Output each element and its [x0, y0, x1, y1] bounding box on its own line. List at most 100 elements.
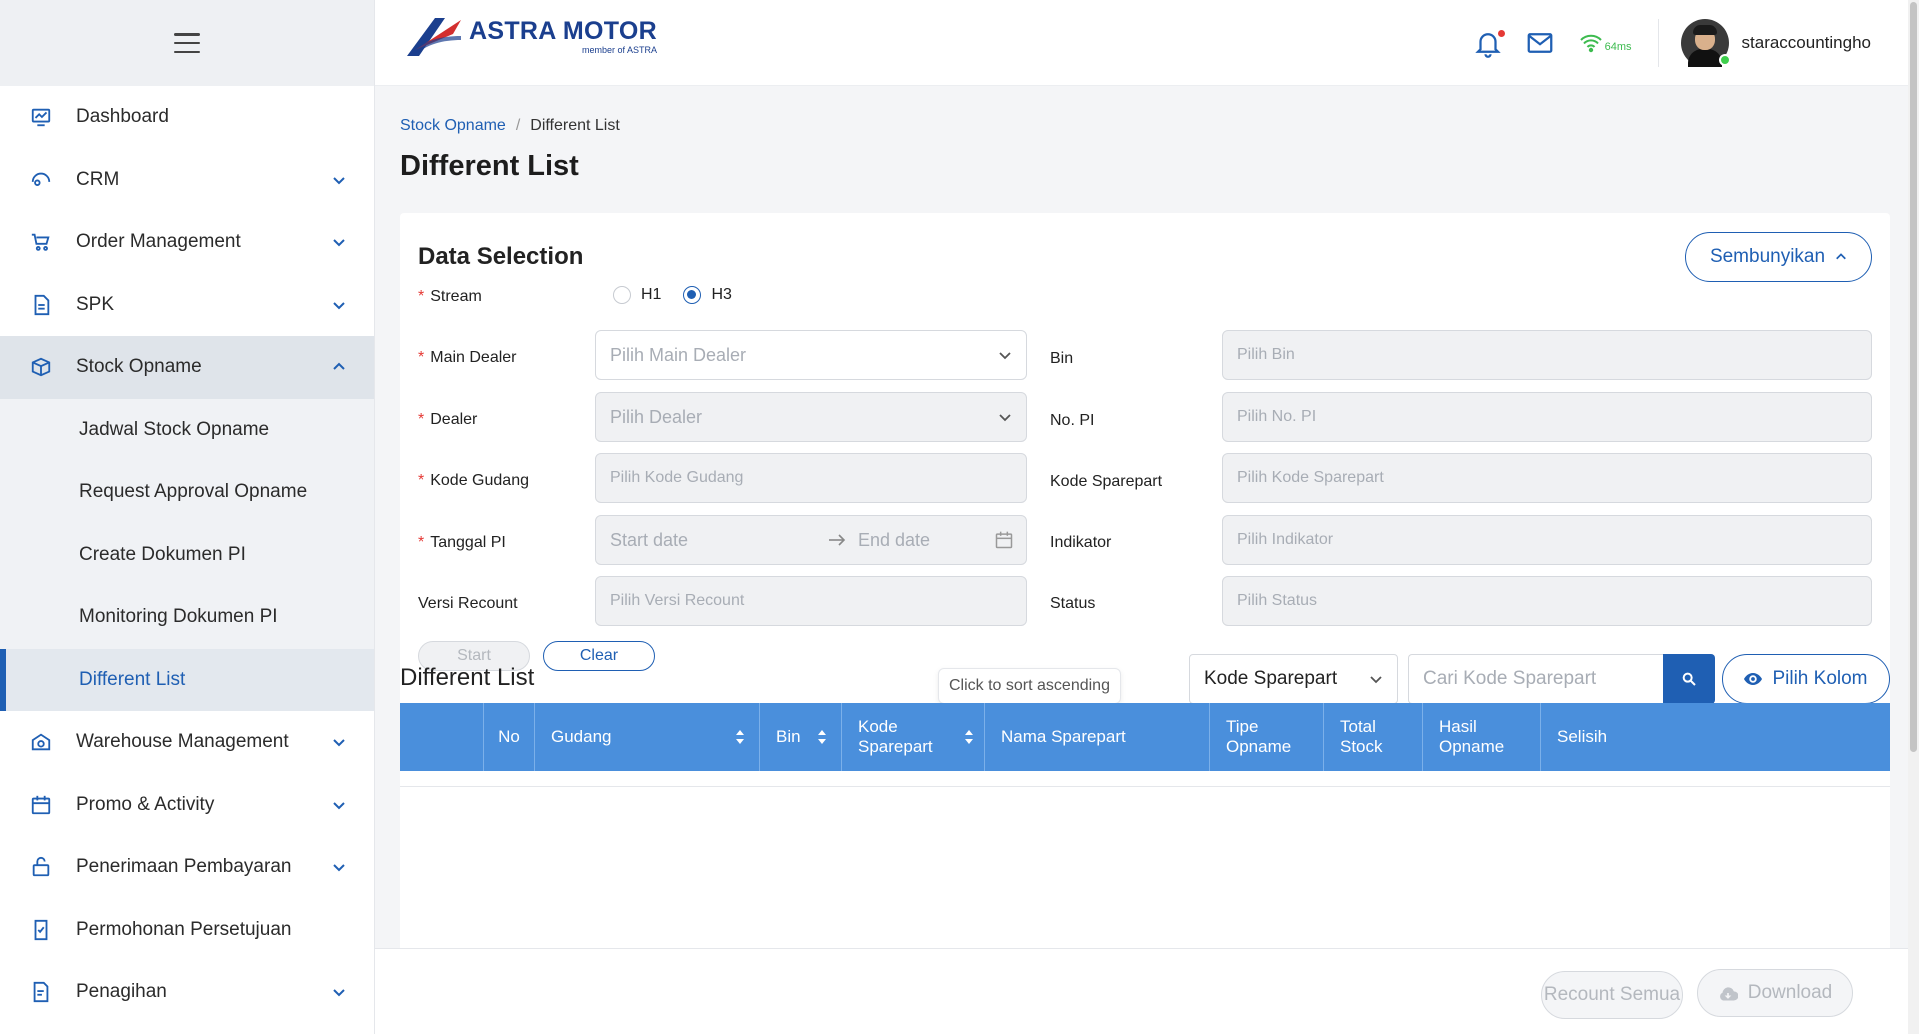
column-header-kode-sparepart-label: Kode Sparepart — [858, 717, 933, 756]
clear-button[interactable]: Clear — [543, 641, 655, 671]
top-header: ASTRA MOTOR member of ASTRA 64ms staracc… — [375, 0, 1919, 86]
sidebar-item-permohonan-persetujuan[interactable]: Permohonan Persetujuan — [0, 899, 374, 962]
download-button[interactable]: Download — [1697, 969, 1853, 1017]
column-header-gudang[interactable]: Gudang — [535, 703, 760, 771]
main-dealer-select[interactable]: Pilih Main Dealer — [595, 330, 1027, 380]
sidebar-item-penerimaan-pembayaran[interactable]: Penerimaan Pembayaran — [0, 836, 374, 899]
astra-logo-mark-icon — [407, 18, 461, 56]
search-column-value: Kode Sparepart — [1204, 668, 1338, 689]
sidebar-item-stock-opname[interactable]: Stock Opname — [0, 336, 374, 399]
bin-select[interactable]: Pilih Bin — [1222, 330, 1872, 380]
sort-icon[interactable] — [817, 729, 827, 745]
column-header-hasil-opname-label: Hasil Opname — [1439, 717, 1505, 756]
sort-icon[interactable] — [964, 729, 974, 745]
sidebar-item-dashboard[interactable]: Dashboard — [0, 86, 374, 149]
bin-placeholder: Pilih Bin — [1237, 346, 1295, 363]
chevron-down-icon — [999, 352, 1011, 360]
versi-recount-placeholder: Pilih Versi Recount — [610, 592, 745, 609]
download-label: Download — [1747, 982, 1833, 1003]
main-dealer-label: * Main Dealer — [418, 349, 517, 366]
breadcrumb-stock-opname[interactable]: Stock Opname — [400, 117, 506, 135]
no-pi-label: No. PI — [1050, 412, 1095, 429]
dealer-select[interactable]: Pilih Dealer — [595, 392, 1027, 442]
search-button[interactable] — [1663, 654, 1715, 704]
approval-icon — [28, 917, 54, 943]
sort-icon[interactable] — [735, 729, 745, 745]
calendar-icon[interactable] — [994, 530, 1014, 550]
sidebar-subitem-request-approval-opname[interactable]: Request Approval Opname — [0, 461, 374, 524]
sidebar-item-order-management[interactable]: Order Management — [0, 211, 374, 274]
kode-sparepart-placeholder: Pilih Kode Sparepart — [1237, 469, 1384, 486]
chevron-down-icon — [333, 864, 345, 872]
chevron-down-icon — [333, 302, 345, 310]
column-header-nama-sparepart-label: Nama Sparepart — [1001, 727, 1126, 746]
sidebar-subitem-create-dokumen-pi[interactable]: Create Dokumen PI — [0, 523, 374, 586]
warehouse-icon — [28, 729, 54, 755]
sidebar-subitem-jadwal-stock-opname[interactable]: Jadwal Stock Opname — [0, 398, 374, 461]
start-date-input[interactable]: Start date — [610, 530, 828, 551]
sidebar-subitem-monitoring-dokumen-pi[interactable]: Monitoring Dokumen PI — [0, 586, 374, 649]
bin-label: Bin — [1050, 350, 1074, 367]
status-select[interactable]: Pilih Status — [1222, 576, 1872, 626]
indikator-select[interactable]: Pilih Indikator — [1222, 515, 1872, 565]
column-header-hasil-opname[interactable]: Hasil Opname — [1423, 703, 1541, 771]
sidebar-item-penagihan[interactable]: Penagihan — [0, 961, 374, 1024]
sidebar-subitem-label: Create Dokumen PI — [79, 543, 246, 565]
cart-icon — [28, 229, 54, 255]
astra-motor-logo[interactable]: ASTRA MOTOR member of ASTRA — [405, 14, 657, 58]
hamburger-menu-icon[interactable] — [174, 33, 200, 53]
column-header-bin[interactable]: Bin — [760, 703, 842, 771]
no-pi-select[interactable]: Pilih No. PI — [1222, 392, 1872, 442]
mail-icon[interactable] — [1525, 28, 1555, 58]
stream-h3-radio[interactable]: H3 — [683, 286, 732, 304]
column-header-no-label: No — [498, 727, 520, 746]
column-header-select[interactable] — [400, 703, 484, 771]
header-actions: 64ms staraccountingho — [1451, 0, 1871, 86]
sidebar-menu: Dashboard CRM Order Management SPK Stock… — [0, 86, 374, 1024]
column-header-kode-sparepart[interactable]: Kode Sparepart — [842, 703, 985, 771]
sidebar-subitem-different-list[interactable]: Different List — [0, 648, 374, 711]
pilih-kolom-button[interactable]: Pilih Kolom — [1722, 654, 1890, 704]
sidebar-item-spk[interactable]: SPK — [0, 274, 374, 337]
radio-h1[interactable] — [613, 286, 631, 304]
column-header-total-stock[interactable]: Total Stock — [1324, 703, 1423, 771]
versi-recount-select[interactable]: Pilih Versi Recount — [595, 576, 1027, 626]
page-scrollbar[interactable] — [1908, 0, 1919, 1034]
sidebar-item-promo-activity[interactable]: Promo & Activity — [0, 774, 374, 837]
sidebar-item-warehouse-management[interactable]: Warehouse Management — [0, 711, 374, 774]
table-body — [400, 771, 1890, 787]
sidebar: Dashboard CRM Order Management SPK Stock… — [0, 0, 375, 1034]
scrollbar-thumb[interactable] — [1910, 2, 1917, 752]
latency-value: 64ms — [1604, 41, 1632, 53]
column-header-tipe-opname[interactable]: Tipe Opname — [1210, 703, 1324, 771]
end-date-input[interactable]: End date — [858, 530, 930, 551]
username[interactable]: staraccountingho — [1742, 33, 1871, 53]
sidebar-item-label: Order Management — [76, 231, 241, 253]
search-column-select[interactable]: Kode Sparepart — [1189, 654, 1398, 704]
sidebar-item-label: Promo & Activity — [76, 793, 215, 815]
indikator-placeholder: Pilih Indikator — [1237, 531, 1334, 548]
radio-h1-label: H1 — [641, 286, 662, 303]
column-header-nama-sparepart[interactable]: Nama Sparepart — [985, 703, 1210, 771]
bell-icon[interactable] — [1473, 28, 1505, 58]
recount-semua-button[interactable]: Recount Semua — [1541, 971, 1683, 1019]
sidebar-item-label: Permohonan Persetujuan — [76, 918, 292, 940]
different-list-title: Different List — [400, 664, 535, 691]
breadcrumb-separator: / — [515, 117, 521, 134]
search-input[interactable]: Cari Kode Sparepart — [1408, 654, 1663, 704]
radio-h3[interactable] — [683, 286, 702, 304]
sembunyikan-button[interactable]: Sembunyikan — [1685, 232, 1872, 282]
tanggal-pi-range-picker[interactable]: Start date End date — [595, 515, 1027, 565]
kode-gudang-label: * Kode Gudang — [418, 472, 529, 489]
avatar[interactable] — [1680, 19, 1731, 67]
kode-sparepart-select[interactable]: Pilih Kode Sparepart — [1222, 453, 1872, 503]
crm-icon — [28, 167, 54, 193]
stream-h1-radio[interactable]: H1 — [613, 286, 661, 304]
chevron-down-icon — [333, 802, 345, 810]
sidebar-item-crm[interactable]: CRM — [0, 149, 374, 212]
column-header-selisih[interactable]: Selisih — [1541, 703, 1616, 771]
kode-gudang-select[interactable]: Pilih Kode Gudang — [595, 453, 1027, 503]
column-header-no[interactable]: No — [484, 703, 535, 771]
chevron-up-icon — [1836, 253, 1846, 260]
sidebar-subitem-label: Monitoring Dokumen PI — [79, 606, 278, 628]
